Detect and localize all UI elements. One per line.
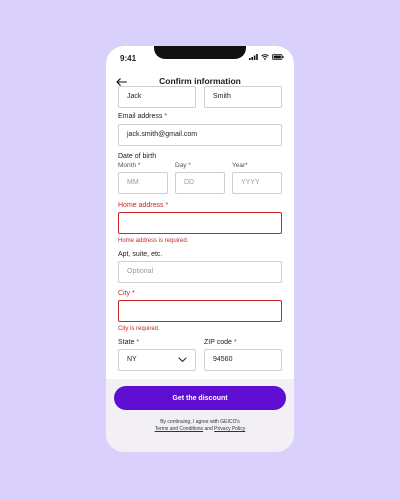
zip-input[interactable]: 94560: [204, 349, 282, 371]
day-input[interactable]: DD: [175, 172, 225, 194]
battery-icon: [272, 54, 284, 60]
home-address-label: Home address *: [118, 202, 169, 209]
apt-input[interactable]: Optional: [118, 261, 282, 283]
month-label: Month *: [118, 162, 141, 169]
home-address-error: Home address is required.: [118, 238, 189, 244]
last-name-input[interactable]: Smith: [204, 86, 282, 108]
footer-panel: Get the discount By continuing, I agree …: [106, 379, 294, 452]
page-title: Confirm information: [159, 76, 241, 86]
apt-label: Apt, suite, etc.: [118, 251, 163, 258]
signal-icon: [249, 54, 258, 60]
get-discount-button[interactable]: Get the discount: [114, 386, 286, 410]
city-label: City *: [118, 290, 135, 297]
status-time: 9:41: [120, 54, 137, 63]
dob-label: Date of birth: [118, 153, 157, 160]
email-label: Email address *: [118, 113, 168, 120]
city-input[interactable]: [118, 300, 282, 322]
year-label: Year*: [232, 162, 248, 169]
legal-text: By continuing, I agree with GEICO's Term…: [106, 419, 294, 433]
terms-link[interactable]: Terms and Conditions: [155, 426, 203, 432]
state-select-value: NY: [127, 356, 137, 363]
chevron-down-icon: [178, 357, 187, 362]
day-label: Day *: [175, 162, 191, 169]
device-notch: [154, 46, 246, 59]
legal-and: and: [204, 426, 213, 432]
legal-prefix: By continuing, I agree with GEICO's: [160, 419, 240, 425]
wifi-icon: [261, 54, 269, 60]
status-icons: [249, 54, 284, 60]
zip-label: ZIP code *: [204, 339, 237, 346]
first-name-input[interactable]: Jack: [118, 86, 196, 108]
email-input[interactable]: jack.smith@gmail.com: [118, 124, 282, 146]
phone-screen: 9:41 Confirm information Jack Smith Emai…: [106, 46, 294, 452]
privacy-link[interactable]: Privacy Policy: [214, 426, 245, 432]
month-input[interactable]: MM: [118, 172, 168, 194]
home-address-input[interactable]: [118, 212, 282, 234]
state-label: State *: [118, 339, 140, 346]
year-input[interactable]: YYYY: [232, 172, 282, 194]
city-error: City is required.: [118, 326, 160, 332]
state-select[interactable]: NY: [118, 349, 196, 371]
